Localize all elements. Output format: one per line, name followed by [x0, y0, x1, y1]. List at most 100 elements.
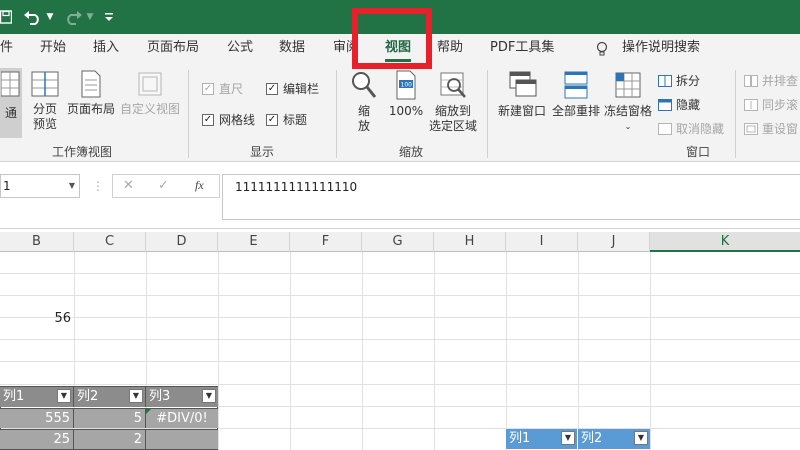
normal-view-button[interactable]: 通	[0, 68, 22, 138]
tab-help[interactable]: 帮助	[437, 34, 463, 64]
formula-buttons: ✕ ✓ fx	[112, 174, 220, 198]
column-header-d[interactable]: D	[146, 232, 218, 252]
freeze-panes-button[interactable]: 冻结窗格 ⌄	[601, 70, 655, 134]
page-break-preview-icon	[31, 71, 59, 97]
separator	[487, 70, 488, 158]
view-side-by-side-button[interactable]: 并排查	[744, 72, 798, 89]
reset-position-icon	[744, 122, 758, 135]
table2-header-1[interactable]: 列1 ▼	[506, 429, 578, 449]
custom-views-icon	[138, 72, 162, 96]
tab-home[interactable]: 开始	[40, 34, 66, 64]
tab-page-layout[interactable]: 页面布局	[147, 34, 199, 64]
group-label-show: 显示	[250, 145, 275, 159]
chevron-down-icon[interactable]: ▼	[69, 175, 75, 197]
table1-header-2[interactable]: 列2 ▼	[74, 387, 146, 407]
tab-formulas[interactable]: 公式	[227, 34, 253, 64]
filter-dropdown-icon[interactable]: ▼	[561, 431, 575, 445]
column-header-b[interactable]: B	[0, 232, 74, 252]
filter-dropdown-icon[interactable]: ▼	[202, 389, 216, 403]
arrange-all-button[interactable]: 全部重排	[549, 70, 603, 119]
error-indicator-icon	[146, 409, 151, 414]
enter-icon[interactable]: ✓	[158, 178, 169, 193]
highlight-box	[352, 8, 432, 69]
checkbox-checked-icon: ✓	[266, 82, 278, 95]
column-header-e[interactable]: E	[218, 232, 290, 252]
checkbox-checked-icon: ✓	[266, 113, 278, 126]
drag-handle-icon[interactable]: ⋮	[92, 179, 104, 193]
redo-icon[interactable]	[62, 7, 84, 27]
formula-bar: 1 ▼ ⋮ ✕ ✓ fx 1111111111111110	[0, 163, 800, 229]
column-header-i[interactable]: I	[506, 232, 578, 252]
table-row-1-col-2[interactable]: 5	[74, 408, 146, 428]
column-header-f[interactable]: F	[290, 232, 362, 252]
column-headers: B C D E F G H I J K	[0, 232, 800, 252]
page-break-preview-button[interactable]: 分页 预览	[28, 70, 62, 132]
table-row-2-col-2[interactable]: 2	[74, 429, 146, 449]
new-window-icon	[509, 71, 537, 97]
redo-dropdown-icon[interactable]: ▼	[85, 7, 95, 27]
undo-icon[interactable]	[22, 7, 44, 27]
unhide-icon	[658, 122, 672, 135]
synchronous-scrolling-button[interactable]: 同步滚	[744, 96, 798, 113]
separator	[336, 70, 337, 158]
column-header-k[interactable]: K	[650, 232, 800, 252]
zoom-button[interactable]: 缩 放	[346, 70, 382, 134]
tab-file[interactable]: 件	[0, 34, 13, 64]
magnifier-icon	[352, 72, 377, 98]
checkbox-checked-icon: ✓	[202, 113, 214, 126]
column-header-h[interactable]: H	[434, 232, 506, 252]
split-icon	[658, 74, 672, 87]
new-window-button[interactable]: 新建窗口	[494, 70, 550, 119]
insert-function-icon[interactable]: fx	[195, 178, 204, 193]
unhide-button[interactable]: 取消隐藏	[658, 120, 724, 137]
hide-button[interactable]: 隐藏	[658, 96, 700, 113]
sync-scroll-icon	[744, 98, 758, 111]
gridlines-checkbox[interactable]: ✓ 网格线	[202, 111, 255, 128]
table-row-2-col-3[interactable]	[146, 429, 218, 449]
freeze-panes-icon	[615, 72, 641, 98]
page-layout-button[interactable]: 页面布局	[64, 70, 118, 117]
ruler-checkbox[interactable]: ✓ 直尺	[202, 80, 243, 97]
table-row-1-col-3[interactable]: #DIV/0!	[146, 408, 218, 428]
save-icon[interactable]	[0, 7, 12, 27]
group-label-workbook-views: 工作簿视图	[52, 145, 113, 159]
formula-bar-checkbox[interactable]: ✓ 编辑栏	[266, 80, 319, 97]
page-layout-icon	[81, 70, 101, 98]
column-header-c[interactable]: C	[74, 232, 146, 252]
table1-header-3[interactable]: 列3 ▼	[146, 387, 218, 407]
tab-data[interactable]: 数据	[279, 34, 305, 64]
name-box[interactable]: 1 ▼	[0, 174, 80, 198]
hide-icon	[658, 98, 672, 111]
column-header-g[interactable]: G	[362, 232, 434, 252]
split-button[interactable]: 拆分	[658, 72, 700, 89]
zoom-selection-icon	[440, 72, 466, 98]
undo-dropdown-icon[interactable]: ▼	[45, 7, 55, 27]
filter-dropdown-icon[interactable]: ▼	[129, 389, 143, 403]
filter-dropdown-icon[interactable]: ▼	[57, 389, 71, 403]
table1-header-1[interactable]: 列1 ▼	[0, 387, 74, 407]
headings-checkbox[interactable]: ✓ 标题	[266, 111, 307, 128]
group-label-window: 窗口	[686, 145, 711, 159]
checkbox-checked-icon: ✓	[202, 82, 214, 95]
chevron-down-icon: ⌄	[624, 122, 632, 131]
tab-insert[interactable]: 插入	[93, 34, 119, 64]
svg-text:100: 100	[401, 82, 413, 89]
tell-me-search[interactable]: 操作说明搜索	[622, 34, 700, 64]
table-row-2-col-1[interactable]: 25	[0, 429, 74, 449]
column-header-j[interactable]: J	[578, 232, 650, 252]
lightbulb-icon	[596, 34, 610, 64]
zoom-to-selection-button[interactable]: 缩放到 选定区域	[426, 70, 480, 134]
custom-views-button[interactable]: 自定义视图	[119, 70, 181, 117]
zoom-100-button[interactable]: 100 100%	[386, 70, 426, 119]
customize-icon[interactable]	[102, 7, 116, 27]
zoom-100-icon: 100	[396, 70, 416, 100]
tab-pdf-tools[interactable]: PDF工具集	[490, 34, 554, 64]
table2-header-2[interactable]: 列2 ▼	[578, 429, 650, 449]
group-label-zoom: 缩放	[399, 145, 424, 159]
reset-window-position-button[interactable]: 重设窗	[744, 120, 798, 137]
filter-dropdown-icon[interactable]: ▼	[634, 431, 648, 445]
arrange-all-icon	[564, 71, 588, 99]
cell-b-value[interactable]: 56	[0, 308, 74, 329]
table-row-1-col-1[interactable]: 555	[0, 408, 74, 428]
cancel-icon[interactable]: ✕	[123, 178, 134, 193]
